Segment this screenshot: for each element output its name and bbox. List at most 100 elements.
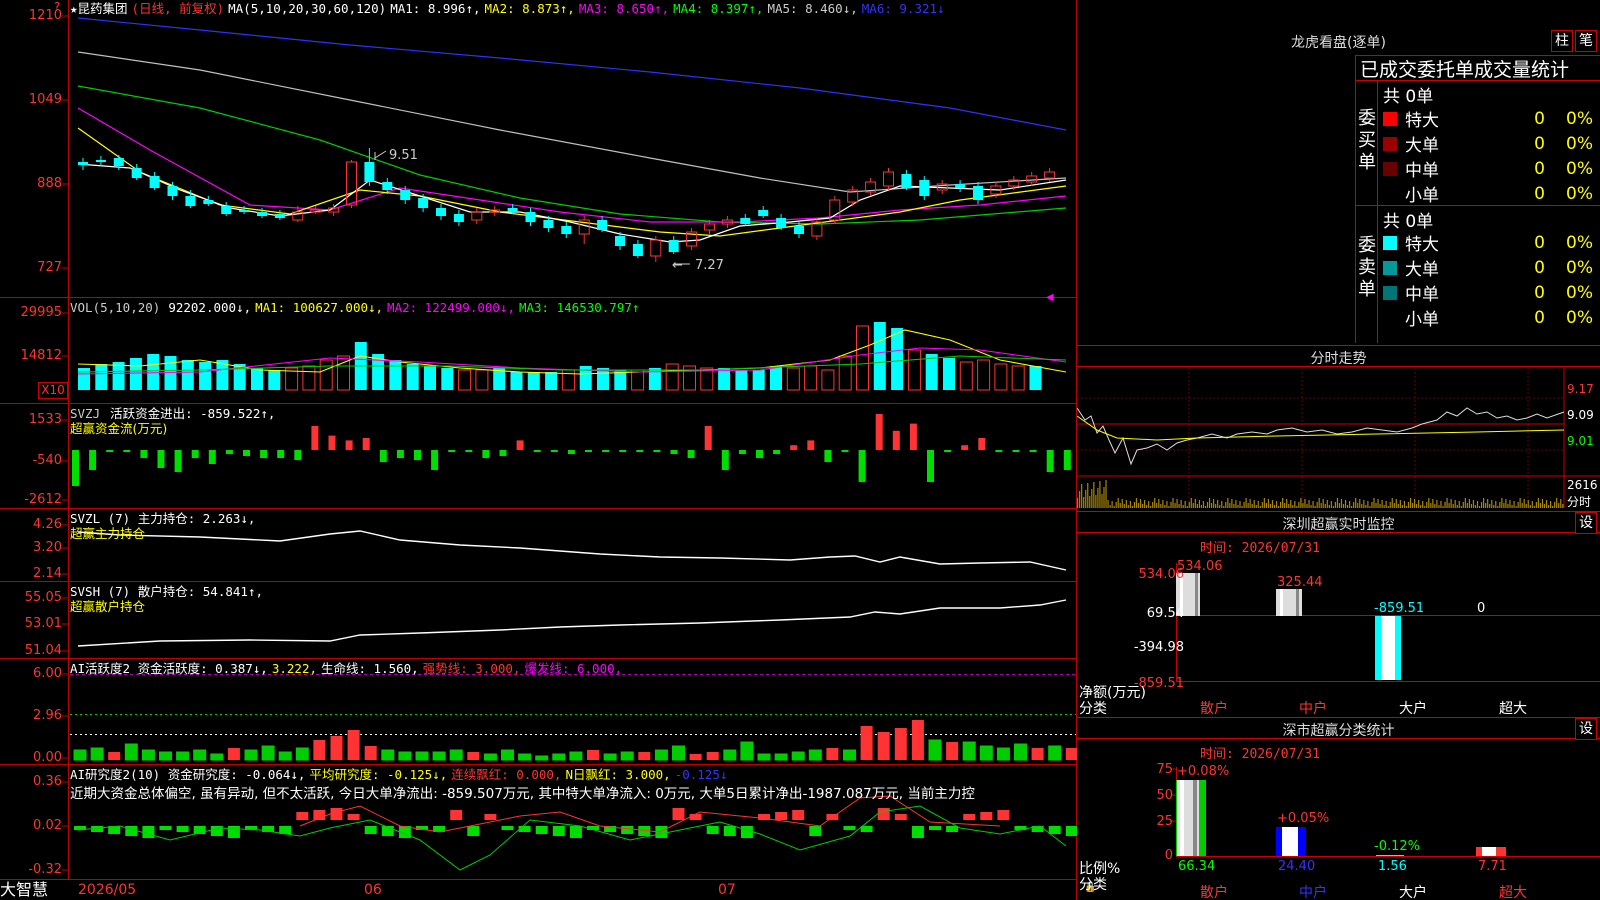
row-label: 特大 bbox=[1405, 235, 1439, 255]
svg-text:←: ← bbox=[672, 258, 683, 273]
sz-cat-2: 中户 bbox=[1299, 701, 1327, 717]
color-swatch bbox=[1383, 111, 1397, 126]
ai-research-legend: AI研究度2(10) 资金研究度: -0.064↓, 平均研究度: -0.125↓… bbox=[70, 767, 731, 783]
color-swatch bbox=[1383, 310, 1397, 325]
ma-legend: ★昆药集团 (日线, 前复权) MA(5,10,20,30,60,120) MA1: … bbox=[70, 1, 949, 17]
ma3-value: MA3: 8.650↑, bbox=[578, 1, 670, 16]
ai-research-label: AI研究度2(10) 资金研究度: -0.064↓, bbox=[70, 767, 306, 782]
svzj-bars bbox=[72, 414, 1071, 486]
sell-row: 中单 0 0% bbox=[1383, 280, 1598, 305]
svzj-sub: 超赢资金流(万元) bbox=[70, 421, 168, 436]
row-pct: 0% bbox=[1566, 257, 1593, 278]
price-axis-3: 888 bbox=[37, 176, 62, 191]
vol-ma2: MA2: 122499.000↓, bbox=[387, 300, 515, 315]
tick-mode-button[interactable]: 笔 bbox=[1575, 30, 1597, 52]
svsh-axis-3: 51.04 bbox=[24, 643, 62, 658]
ai-research-axis-1: 0.36 bbox=[33, 774, 62, 789]
ai-research-comment: 近期大资金总体偏空, 虽有异动, 但不太活跃, 今日大单净流出: -859.50… bbox=[70, 786, 975, 802]
row-count: 0 bbox=[1534, 232, 1545, 253]
ai-active-label: AI活跃度2 资金活跃度: 0.387↓, bbox=[70, 661, 268, 676]
row-count: 0 bbox=[1534, 158, 1545, 179]
row-pct: 0% bbox=[1566, 133, 1593, 154]
dragon-title: 龙虎看盘(逐单) bbox=[1291, 35, 1386, 51]
vol-unit-badge[interactable]: X10 bbox=[38, 382, 68, 399]
period-label: (日线, 前复权) bbox=[131, 1, 225, 16]
sz-cat-label: 分类 bbox=[1079, 701, 1107, 717]
cls-axis-1: 75 bbox=[1156, 762, 1173, 777]
svzj-axis-2: -540 bbox=[32, 453, 62, 468]
ma6-line bbox=[77, 17, 1067, 131]
vol-axis-1: 29995 bbox=[20, 305, 62, 320]
cls-axis-4: 0 bbox=[1164, 848, 1173, 863]
svzj-label: SVZJ bbox=[70, 406, 101, 421]
cls-axis-3: 25 bbox=[1156, 814, 1173, 829]
main-chart-canvas[interactable]: 9.51 7.27 ← ◀ bbox=[0, 0, 1077, 900]
svsh-legend: SVSH (7) 散户持仓: 54.841↑, bbox=[70, 584, 263, 599]
sz-cat-1: 散户 bbox=[1200, 701, 1228, 717]
svzl-axis-3: 2.14 bbox=[33, 566, 62, 581]
intraday-axis-5: 分时 bbox=[1567, 495, 1592, 509]
cls-settings-button[interactable]: 设 bbox=[1575, 718, 1597, 740]
svzl-line bbox=[77, 530, 1067, 571]
star-icon: ★ bbox=[70, 1, 78, 16]
svzj-legend: SVZJ 活跃资金进出: -859.522↑, bbox=[70, 406, 279, 422]
ma5-value: MA5: 8.460↓, bbox=[767, 1, 858, 16]
intraday-axis-3: 9.01 bbox=[1567, 434, 1594, 448]
sz-title: 深圳超赢实时监控 bbox=[1282, 517, 1395, 533]
sz-bar-label-2: 325.44 bbox=[1277, 575, 1323, 590]
buy-side-label: 委买单 bbox=[1358, 108, 1376, 173]
ai-active-bars bbox=[73, 720, 1077, 761]
ai-active-burst: 爆发线: 6.000, bbox=[524, 661, 623, 676]
color-swatch bbox=[1383, 161, 1397, 176]
sz-cat-3: 大户 bbox=[1399, 701, 1427, 717]
buy-row: 大单 0 0% bbox=[1383, 131, 1598, 156]
sz-bar-label-3: -859.51 bbox=[1374, 601, 1425, 616]
row-pct: 0% bbox=[1566, 232, 1593, 253]
ai-research-bars bbox=[74, 808, 1077, 838]
sell-row: 特大 0 0% bbox=[1383, 230, 1598, 255]
svg-text:◀: ◀ bbox=[1046, 292, 1054, 303]
date-tick-3: 07 bbox=[718, 882, 736, 898]
vol-ma3: MA3: 146530.797↑ bbox=[518, 300, 640, 315]
cls-cat-1: 散户 bbox=[1200, 885, 1228, 900]
cls-bot-1: 66.34 bbox=[1178, 859, 1216, 874]
intraday-title: 分时走势 bbox=[1310, 351, 1367, 367]
cls-bot-2: 24.40 bbox=[1278, 859, 1316, 874]
price-axis-1: 1210 bbox=[28, 8, 62, 23]
row-count: 0 bbox=[1534, 282, 1545, 303]
ai-research-axis-3: -0.32 bbox=[28, 862, 62, 877]
row-label: 中单 bbox=[1405, 285, 1439, 305]
row-count: 0 bbox=[1534, 307, 1545, 328]
sz-axis-1: 534.06 bbox=[1138, 567, 1185, 582]
vol-label: VOL(5,10,20) bbox=[70, 300, 161, 315]
sell-side-label: 委卖单 bbox=[1358, 235, 1376, 300]
row-label: 大单 bbox=[1405, 260, 1439, 280]
svzl-sub: 超赢主力持仓 bbox=[70, 526, 146, 541]
vol-ma1: MA1: 100627.000↓, bbox=[255, 300, 384, 315]
cls-title: 深市超赢分类统计 bbox=[1282, 723, 1395, 739]
buy-row: 特大 0 0% bbox=[1383, 106, 1598, 131]
bar-mode-button[interactable]: 柱 bbox=[1551, 30, 1573, 52]
cls-cat-3: 大户 bbox=[1399, 885, 1427, 900]
price-axis-4: 727 bbox=[37, 260, 62, 275]
row-pct: 0% bbox=[1566, 282, 1593, 303]
cls-top-3: -0.12% bbox=[1374, 839, 1420, 854]
row-label: 特大 bbox=[1405, 111, 1439, 131]
sz-axis-3: -394.98 bbox=[1133, 640, 1184, 655]
svzj-axis-3: -2612 bbox=[24, 492, 62, 507]
intraday-axis-4: 2616 bbox=[1567, 478, 1598, 492]
ma5-line bbox=[77, 51, 1067, 193]
cls-top-2: +0.05% bbox=[1277, 811, 1330, 826]
buy-row: 小单 0 0% bbox=[1383, 181, 1598, 206]
row-pct: 0% bbox=[1566, 307, 1593, 328]
sell-row: 小单 0 0% bbox=[1383, 305, 1598, 330]
sz-bar-label-1: 534.06 bbox=[1177, 559, 1223, 574]
sz-settings-button[interactable]: 设 bbox=[1575, 512, 1597, 534]
row-label: 大单 bbox=[1405, 136, 1439, 156]
row-label: 中单 bbox=[1405, 161, 1439, 181]
low-annot: 7.27 bbox=[695, 258, 724, 273]
ai-active-v2: 3.222, bbox=[271, 661, 317, 676]
intraday-chart[interactable] bbox=[1077, 368, 1600, 510]
svzl-axis-2: 3.20 bbox=[33, 540, 62, 555]
price-axis-2: 1049 bbox=[28, 92, 62, 107]
